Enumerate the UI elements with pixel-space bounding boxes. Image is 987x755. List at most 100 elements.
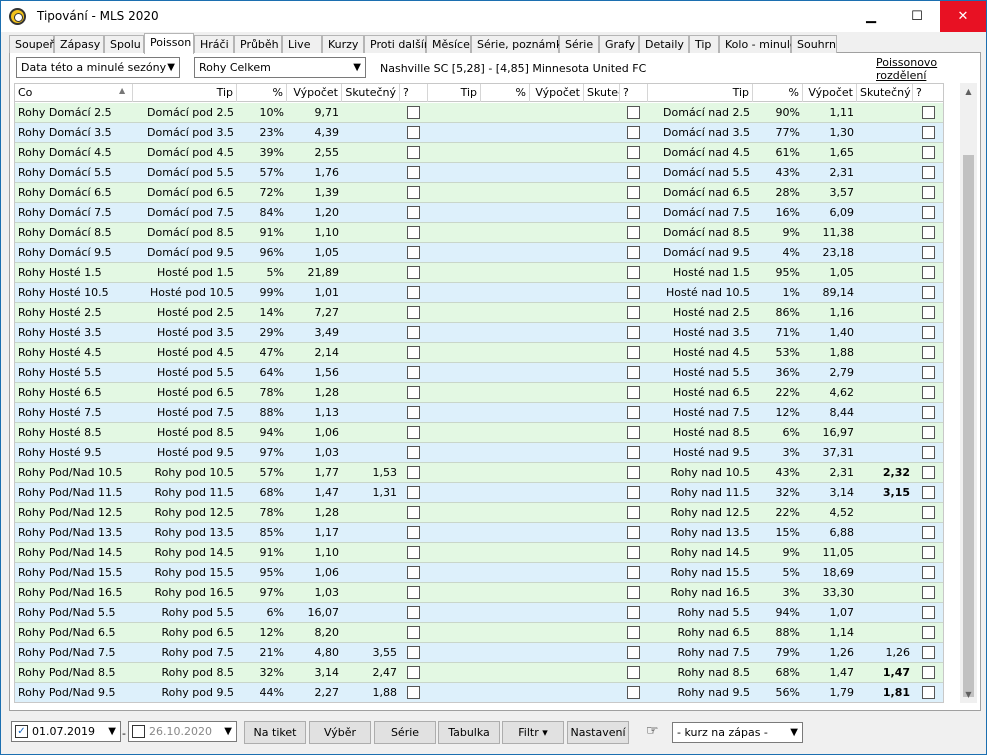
table-row[interactable]: Rohy Pod/Nad 7.5 Rohy pod 7.5 21% 4,80 3,55 R… [15, 643, 943, 663]
row-checkbox[interactable] [922, 486, 935, 499]
table-row[interactable]: Rohy Domácí 5.5 Domácí pod 5.5 57% 1,76 Domá… [15, 163, 943, 183]
row-checkbox[interactable] [407, 486, 420, 499]
row-checkbox[interactable] [407, 426, 420, 439]
table-row[interactable]: Rohy Hosté 10.5 Hosté pod 10.5 99% 1,01 Host… [15, 283, 943, 303]
row-checkbox[interactable] [407, 386, 420, 399]
table-row[interactable]: Rohy Domácí 6.5 Domácí pod 6.5 72% 1,39 Domá… [15, 183, 943, 203]
row-checkbox[interactable] [627, 146, 640, 159]
row-checkbox[interactable] [922, 126, 935, 139]
row-checkbox[interactable] [407, 606, 420, 619]
row-checkbox[interactable] [407, 246, 420, 259]
season-select[interactable]: Data této a minulé sezóny ▼ [16, 57, 180, 78]
row-checkbox[interactable] [407, 626, 420, 639]
tab-10[interactable]: Série, poznámky [471, 35, 569, 53]
column-header-2[interactable]: % [237, 84, 287, 102]
tab-8[interactable]: Proti dalším [364, 35, 435, 53]
row-checkbox[interactable] [922, 446, 935, 459]
table-row[interactable]: Rohy Hosté 9.5 Hosté pod 9.5 97% 1,03 Hosté … [15, 443, 943, 463]
table-row[interactable]: Rohy Hosté 5.5 Hosté pod 5.5 64% 1,56 Hosté … [15, 363, 943, 383]
column-header-7[interactable]: % [481, 84, 530, 102]
row-checkbox[interactable] [922, 226, 935, 239]
row-checkbox[interactable] [407, 566, 420, 579]
column-header-4[interactable]: Skutečný [342, 84, 400, 102]
row-checkbox[interactable] [922, 106, 935, 119]
row-checkbox[interactable] [922, 626, 935, 639]
row-checkbox[interactable] [922, 606, 935, 619]
row-checkbox[interactable] [922, 646, 935, 659]
row-checkbox[interactable] [627, 366, 640, 379]
tab-13[interactable]: Detaily [639, 35, 689, 53]
row-checkbox[interactable] [407, 346, 420, 359]
row-checkbox[interactable] [407, 326, 420, 339]
row-checkbox[interactable] [407, 526, 420, 539]
table-row[interactable]: Rohy Pod/Nad 15.5 Rohy pod 15.5 95% 1,06 Roh… [15, 563, 943, 583]
row-checkbox[interactable] [922, 306, 935, 319]
row-checkbox[interactable] [922, 386, 935, 399]
row-checkbox[interactable] [922, 566, 935, 579]
table-row[interactable]: Rohy Pod/Nad 6.5 Rohy pod 6.5 12% 8,20 Rohy … [15, 623, 943, 643]
row-checkbox[interactable] [627, 206, 640, 219]
row-checkbox[interactable] [407, 126, 420, 139]
row-checkbox[interactable] [627, 526, 640, 539]
row-checkbox[interactable] [627, 266, 640, 279]
poisson-link[interactable]: Poissonovo rozdělení [876, 56, 980, 82]
row-checkbox[interactable] [922, 366, 935, 379]
column-header-13[interactable]: Výpočet [803, 84, 857, 102]
row-checkbox[interactable] [922, 526, 935, 539]
row-checkbox[interactable] [627, 466, 640, 479]
column-header-12[interactable]: % [753, 84, 803, 102]
table-row[interactable]: Rohy Pod/Nad 13.5 Rohy pod 13.5 85% 1,17 Roh… [15, 523, 943, 543]
table-row[interactable]: Rohy Pod/Nad 12.5 Rohy pod 12.5 78% 1,28 Roh… [15, 503, 943, 523]
row-checkbox[interactable] [627, 506, 640, 519]
row-checkbox[interactable] [922, 286, 935, 299]
tab-5[interactable]: Průběh [234, 35, 282, 53]
tab-12[interactable]: Grafy [599, 35, 639, 53]
maximize-button[interactable]: ☐ [894, 1, 940, 32]
tab-6[interactable]: Live [282, 35, 322, 53]
row-checkbox[interactable] [922, 586, 935, 599]
column-header-6[interactable]: Tip [428, 84, 481, 102]
row-checkbox[interactable] [407, 206, 420, 219]
row-checkbox[interactable] [922, 186, 935, 199]
table-row[interactable]: Rohy Hosté 6.5 Hosté pod 6.5 78% 1,28 Hosté … [15, 383, 943, 403]
row-checkbox[interactable] [407, 406, 420, 419]
row-checkbox[interactable] [627, 426, 640, 439]
table-row[interactable]: Rohy Domácí 3.5 Domácí pod 3.5 23% 4,39 Domá… [15, 123, 943, 143]
tab-11[interactable]: Série [559, 35, 599, 53]
row-checkbox[interactable] [627, 386, 640, 399]
row-checkbox[interactable] [627, 186, 640, 199]
row-checkbox[interactable] [922, 466, 935, 479]
row-checkbox[interactable] [407, 466, 420, 479]
row-checkbox[interactable] [407, 366, 420, 379]
table-row[interactable]: Rohy Domácí 2.5 Domácí pod 2.5 10% 9,71 Domá… [15, 103, 943, 123]
column-header-9[interactable]: Skuteč [584, 84, 620, 102]
table-row[interactable]: Rohy Pod/Nad 8.5 Rohy pod 8.5 32% 3,14 2,47 R… [15, 663, 943, 683]
vyber-button[interactable]: Výběr [309, 721, 371, 744]
column-header-14[interactable]: Skutečný [857, 84, 913, 102]
minimize-button[interactable]: ▁ [848, 1, 894, 32]
row-checkbox[interactable] [627, 406, 640, 419]
row-checkbox[interactable] [407, 286, 420, 299]
row-checkbox[interactable] [627, 126, 640, 139]
column-header-8[interactable]: Výpočet [530, 84, 584, 102]
row-checkbox[interactable] [922, 346, 935, 359]
table-row[interactable]: Rohy Pod/Nad 10.5 Rohy pod 10.5 57% 1,77 1,5… [15, 463, 943, 483]
table-row[interactable]: Rohy Hosté 1.5 Hosté pod 1.5 5% 21,89 Hosté … [15, 263, 943, 283]
tab-2[interactable]: Spolu [104, 35, 144, 53]
table-row[interactable]: Rohy Domácí 4.5 Domácí pod 4.5 39% 2,55 Domá… [15, 143, 943, 163]
row-checkbox[interactable] [407, 226, 420, 239]
row-checkbox[interactable] [922, 546, 935, 559]
column-header-3[interactable]: Výpočet [287, 84, 342, 102]
row-checkbox[interactable] [407, 146, 420, 159]
row-checkbox[interactable] [627, 326, 640, 339]
row-checkbox[interactable] [627, 106, 640, 119]
date-from-checkbox[interactable]: ✓ [15, 725, 28, 738]
row-checkbox[interactable] [407, 106, 420, 119]
row-checkbox[interactable] [922, 666, 935, 679]
table-row[interactable]: Rohy Pod/Nad 11.5 Rohy pod 11.5 68% 1,47 1,3… [15, 483, 943, 503]
row-checkbox[interactable] [922, 686, 935, 699]
tab-15[interactable]: Kolo - minulé [719, 35, 797, 53]
column-header-15[interactable]: ? [913, 84, 943, 102]
table-row[interactable]: Rohy Hosté 7.5 Hosté pod 7.5 88% 1,13 Hosté … [15, 403, 943, 423]
table-row[interactable]: Rohy Pod/Nad 5.5 Rohy pod 5.5 6% 16,07 Rohy … [15, 603, 943, 623]
